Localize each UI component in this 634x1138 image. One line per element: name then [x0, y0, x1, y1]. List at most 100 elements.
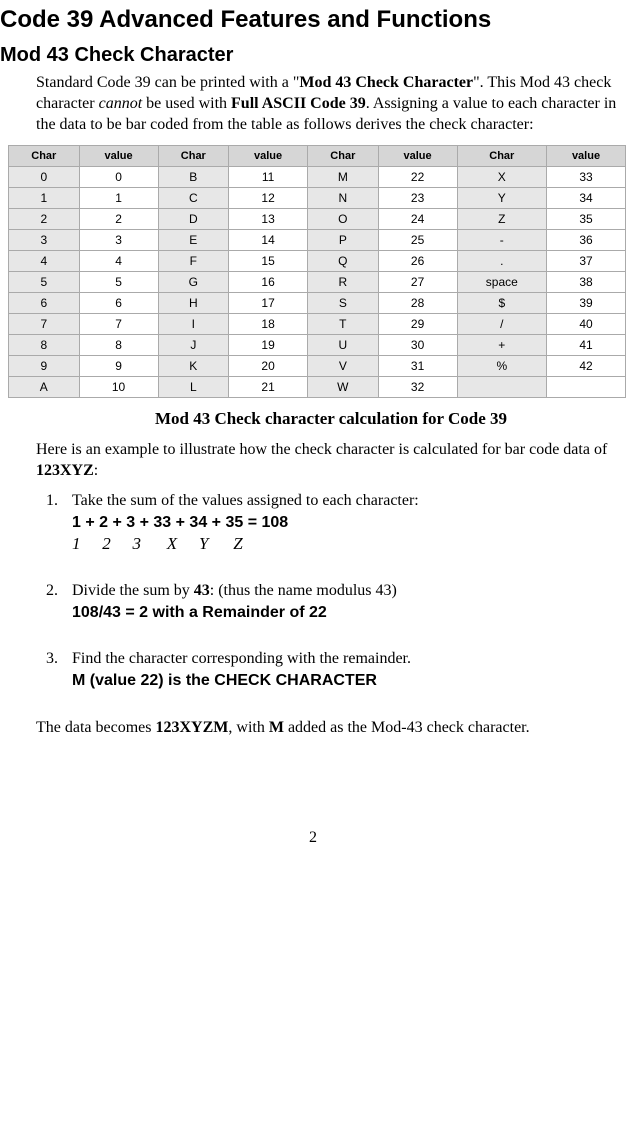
value-cell: 14 — [229, 230, 308, 251]
value-cell: 21 — [229, 377, 308, 398]
char-cell: N — [308, 188, 379, 209]
step1-calc: 1 + 2 + 3 + 33 + 34 + 35 = 108 — [72, 514, 626, 532]
table-row: A10L21W32 — [9, 377, 626, 398]
table-row: 33E14P25-36 — [9, 230, 626, 251]
table-row: 99K20V31%42 — [9, 356, 626, 377]
char-cell: L — [158, 377, 229, 398]
value-cell: 16 — [229, 272, 308, 293]
value-cell: 17 — [229, 293, 308, 314]
value-cell: 26 — [378, 251, 457, 272]
value-cell: 0 — [79, 167, 158, 188]
char-cell: F — [158, 251, 229, 272]
value-cell: 10 — [79, 377, 158, 398]
step3-calc: M (value 22) is the CHECK CHARACTER — [72, 672, 626, 690]
value-cell: 9 — [79, 356, 158, 377]
char-cell: W — [308, 377, 379, 398]
char-cell: 0 — [9, 167, 80, 188]
char-cell: Z — [457, 209, 546, 230]
char-cell: C — [158, 188, 229, 209]
char-cell: $ — [457, 293, 546, 314]
value-cell: 8 — [79, 335, 158, 356]
value-cell: 3 — [79, 230, 158, 251]
char-cell: Q — [308, 251, 379, 272]
value-cell: 5 — [79, 272, 158, 293]
char-cell: 2 — [9, 209, 80, 230]
value-cell: 20 — [229, 356, 308, 377]
char-cell: . — [457, 251, 546, 272]
table-row: 44F15Q26.37 — [9, 251, 626, 272]
value-cell: 7 — [79, 314, 158, 335]
value-cell: 1 — [79, 188, 158, 209]
char-cell: X — [457, 167, 546, 188]
value-cell: 6 — [79, 293, 158, 314]
char-cell: O — [308, 209, 379, 230]
section-title-h2: Mod 43 Check Character — [0, 44, 626, 67]
char-cell: G — [158, 272, 229, 293]
value-cell: 30 — [378, 335, 457, 356]
value-cell: 18 — [229, 314, 308, 335]
step2-calc: 108/43 = 2 with a Remainder of 22 — [72, 604, 626, 622]
table-header-row: Char value Char value Char value Char va… — [9, 146, 626, 167]
value-cell: 39 — [547, 293, 626, 314]
value-cell: 19 — [229, 335, 308, 356]
value-cell: 15 — [229, 251, 308, 272]
char-cell: E — [158, 230, 229, 251]
table-row: 00B11M22X33 — [9, 167, 626, 188]
value-cell: 4 — [79, 251, 158, 272]
col-header: value — [378, 146, 457, 167]
char-cell: % — [457, 356, 546, 377]
col-header: Char — [457, 146, 546, 167]
char-cell: 3 — [9, 230, 80, 251]
value-cell: 12 — [229, 188, 308, 209]
char-cell: space — [457, 272, 546, 293]
char-cell: I — [158, 314, 229, 335]
col-header: Char — [308, 146, 379, 167]
table-row: 22D13O24Z35 — [9, 209, 626, 230]
value-cell: 2 — [79, 209, 158, 230]
char-cell: U — [308, 335, 379, 356]
char-cell: 4 — [9, 251, 80, 272]
char-cell: M — [308, 167, 379, 188]
col-header: value — [79, 146, 158, 167]
char-cell: 1 — [9, 188, 80, 209]
char-cell: A — [9, 377, 80, 398]
char-cell: 5 — [9, 272, 80, 293]
table-row: 77I18T29/40 — [9, 314, 626, 335]
value-cell: 38 — [547, 272, 626, 293]
char-cell: V — [308, 356, 379, 377]
value-cell: 40 — [547, 314, 626, 335]
char-cell: 9 — [9, 356, 80, 377]
value-cell: 42 — [547, 356, 626, 377]
value-cell: 34 — [547, 188, 626, 209]
table-caption: Mod 43 Check character calculation for C… — [36, 408, 626, 430]
char-cell: R — [308, 272, 379, 293]
char-cell: P — [308, 230, 379, 251]
char-cell: 6 — [9, 293, 80, 314]
value-cell: 28 — [378, 293, 457, 314]
char-cell: K — [158, 356, 229, 377]
value-cell: 25 — [378, 230, 457, 251]
value-cell: 11 — [229, 167, 308, 188]
char-cell: Y — [457, 188, 546, 209]
value-cell: 37 — [547, 251, 626, 272]
steps-list: Take the sum of the values assigned to e… — [36, 492, 626, 690]
value-cell: 36 — [547, 230, 626, 251]
value-cell: 22 — [378, 167, 457, 188]
char-cell: B — [158, 167, 229, 188]
step-2: Divide the sum by 43: (thus the name mod… — [62, 582, 626, 622]
char-cell: T — [308, 314, 379, 335]
conclusion: The data becomes 123XYZM, with M added a… — [36, 718, 626, 739]
char-cell: D — [158, 209, 229, 230]
char-cell: - — [457, 230, 546, 251]
step-3: Find the character corresponding with th… — [62, 650, 626, 690]
example-lead: Here is an example to illustrate how the… — [36, 440, 626, 482]
char-cell: 8 — [9, 335, 80, 356]
char-cell: S — [308, 293, 379, 314]
value-cell: 31 — [378, 356, 457, 377]
value-cell: 41 — [547, 335, 626, 356]
table-row: 66H17S28$39 — [9, 293, 626, 314]
char-cell: + — [457, 335, 546, 356]
char-cell: / — [457, 314, 546, 335]
step-1: Take the sum of the values assigned to e… — [62, 492, 626, 554]
char-cell: J — [158, 335, 229, 356]
